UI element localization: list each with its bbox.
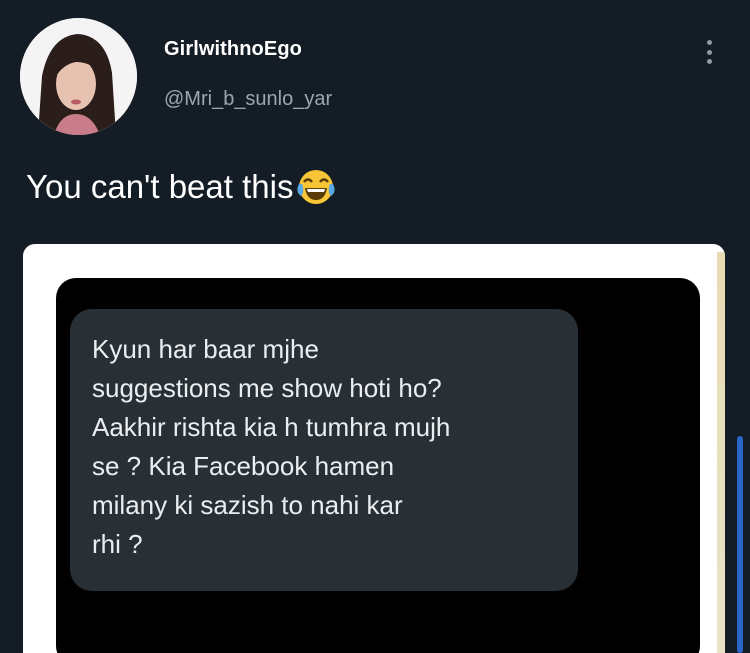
message-line: Aakhir rishta kia h tumhra mujh: [92, 412, 451, 442]
tweet: GirlwithnoEgo @Mri_b_sunlo_yar You can't…: [0, 0, 750, 653]
face-with-tears-of-joy-icon: [295, 166, 337, 208]
message-line: Kyun har baar mjhe: [92, 334, 319, 364]
user-handle[interactable]: @Mri_b_sunlo_yar: [164, 88, 332, 111]
message-line: se ? Kia Facebook hamen: [92, 451, 395, 481]
scrollbar[interactable]: [737, 436, 743, 653]
more-options-icon[interactable]: [697, 36, 721, 68]
media-edge: [717, 252, 725, 653]
tweet-text: You can't beat this: [26, 166, 337, 208]
display-name[interactable]: GirlwithnoEgo: [164, 38, 302, 61]
message-text: Kyun har baar mjhe suggestions me show h…: [92, 330, 582, 564]
avatar-photo: [20, 18, 137, 135]
message-line: rhi ?: [92, 529, 143, 559]
message-line: suggestions me show hoti ho?: [92, 373, 442, 403]
tweet-body: You can't beat this: [26, 168, 294, 205]
message-line: milany ki sazish to nahi kar: [92, 490, 403, 520]
avatar[interactable]: [20, 18, 137, 135]
